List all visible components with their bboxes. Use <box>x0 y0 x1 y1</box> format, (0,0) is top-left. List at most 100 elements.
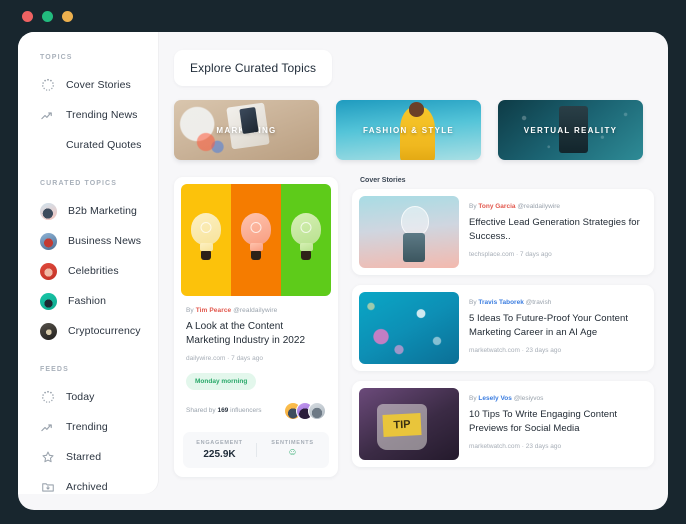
sidebar-item-trending[interactable]: Trending <box>18 412 158 442</box>
folder-download-icon <box>40 480 55 495</box>
news-card[interactable]: By Travis Taborek @travish 5 Ideas To Fu… <box>352 285 654 371</box>
news-byline: By Travis Taborek @travish <box>469 299 647 306</box>
featured-byline: By Tim Pearce @realdailywire <box>186 307 331 314</box>
featured-stats-bar: ENGAGEMENT 225.9K SENTIMENTS ☺ <box>183 431 329 468</box>
sidebar-item-label: Fashion <box>68 295 107 307</box>
app-window: TOPICS Cover Stories Trending News Curat… <box>18 32 668 510</box>
trend-arrow-icon <box>40 420 55 435</box>
sidebar-item-celebrities[interactable]: Celebrities <box>18 256 158 286</box>
sidebar-item-cover-stories[interactable]: Cover Stories <box>18 70 158 100</box>
sidebar-item-archived[interactable]: Archived <box>18 472 158 502</box>
main-content: Explore Curated Topics MARKETING FASHION… <box>158 32 668 510</box>
news-author[interactable]: Travis Taborek <box>478 299 523 306</box>
category-card-virtual-reality[interactable]: VERTUAL REALITY <box>498 100 643 160</box>
sidebar-section-label-curated-topics: CURATED TOPICS <box>40 180 117 187</box>
smiley-face-icon: ☺ <box>287 446 298 458</box>
stat-label: ENGAGEMENT <box>196 439 243 446</box>
spinner-dots-icon <box>40 390 55 405</box>
cover-stories-label: Cover Stories <box>360 177 406 184</box>
spinner-dots-icon <box>40 78 55 93</box>
category-card-row: MARKETING FASHION & STYLE VERTUAL REALIT… <box>174 100 654 160</box>
sidebar-section-label-feeds: FEEDS <box>40 366 69 373</box>
news-source: techsplace.com · 7 days ago <box>469 250 552 258</box>
trend-arrow-icon <box>40 108 55 123</box>
byline-prefix: By <box>469 299 477 306</box>
sidebar-item-curated-quotes[interactable]: Curated Quotes <box>18 130 158 160</box>
sidebar-item-label: Today <box>66 391 95 403</box>
minimize-window-button[interactable] <box>42 11 53 22</box>
byline-prefix: By <box>469 203 477 210</box>
sidebar-item-fashion[interactable]: Fashion <box>18 286 158 316</box>
sidebar-item-label: Business News <box>68 235 142 247</box>
sidebar-item-starred[interactable]: Starred <box>18 442 158 472</box>
category-card-fashion-style[interactable]: FASHION & STYLE <box>336 100 481 160</box>
avatar-b2b-marketing-icon <box>40 202 57 220</box>
news-title[interactable]: Effective Lead Generation Strategies for… <box>469 216 647 244</box>
news-author[interactable]: Tony Garcia <box>478 203 515 210</box>
category-card-caption: FASHION & STYLE <box>362 125 455 135</box>
shared-count: 169 <box>217 407 229 415</box>
featured-article-source: dailywire.com · 7 days ago <box>186 354 263 362</box>
tip-jar-thumbnail <box>359 388 459 460</box>
sidebar-item-label: B2b Marketing <box>68 205 138 217</box>
news-author[interactable]: Lesely Vos <box>478 395 511 402</box>
featured-article-title[interactable]: A Look at the Content Marketing Industry… <box>186 320 326 348</box>
three-lightbulbs-image <box>181 184 331 296</box>
featured-tag-badge[interactable]: Monday morning <box>186 372 257 390</box>
sidebar-section-label-topics: TOPICS <box>40 54 73 61</box>
stat-label: SENTIMENTS <box>271 439 314 446</box>
maximize-window-button[interactable] <box>62 11 73 22</box>
news-body: By Travis Taborek @travish 5 Ideas To Fu… <box>469 292 647 364</box>
sidebar-item-cryptocurrency[interactable]: Cryptocurrency <box>18 316 158 346</box>
news-handle: @lesiyvos <box>513 395 544 402</box>
avatar-business-news-icon <box>40 232 57 250</box>
influencer-avatars[interactable] <box>284 401 326 420</box>
news-byline: By Tony Garcia @realdailywire <box>469 203 647 210</box>
close-window-button[interactable] <box>22 11 33 22</box>
bokeh-lights-thumbnail <box>359 292 459 364</box>
sidebar-item-label: Curated Quotes <box>66 139 142 151</box>
content-columns: By Tim Pearce @realdailywire A Look at t… <box>174 177 654 477</box>
news-body: By Tony Garcia @realdailywire Effective … <box>469 196 647 268</box>
stat-sentiments: SENTIMENTS ☺ <box>256 440 329 460</box>
sidebar-item-label: Starred <box>66 451 102 463</box>
news-list: Cover Stories By Tony Garcia @realdailyw… <box>352 177 654 477</box>
sidebar-item-trending-news[interactable]: Trending News <box>18 100 158 130</box>
category-card-caption: VERTUAL REALITY <box>523 125 618 135</box>
news-handle: @travish <box>525 299 552 306</box>
featured-article-card[interactable]: By Tim Pearce @realdailywire A Look at t… <box>174 177 338 477</box>
sidebar-item-business-news[interactable]: Business News <box>18 226 158 256</box>
featured-author[interactable]: Tim Pearce <box>196 307 232 314</box>
star-icon <box>40 450 55 465</box>
featured-handle: @realdailywire <box>233 307 278 314</box>
news-card[interactable]: By Lesely Vos @lesiyvos 10 Tips To Write… <box>352 381 654 467</box>
byline-prefix: By <box>186 307 194 314</box>
explore-curated-topics-tab[interactable]: Explore Curated Topics <box>174 50 333 86</box>
shared-suffix: influencers <box>230 407 262 415</box>
news-body: By Lesely Vos @lesiyvos 10 Tips To Write… <box>469 388 647 460</box>
sidebar-item-label: Archived <box>66 481 108 493</box>
category-card-caption: MARKETING <box>216 125 277 135</box>
sidebar-item-label: Cryptocurrency <box>68 325 141 337</box>
sidebar-item-b2b-marketing[interactable]: B2b Marketing <box>18 196 158 226</box>
news-title[interactable]: 10 Tips To Write Engaging Content Previe… <box>469 408 647 436</box>
news-source: marketwatch.com · 23 days ago <box>469 346 562 354</box>
avatar-cryptocurrency-icon <box>40 322 57 340</box>
stat-value: 225.9K <box>203 448 236 460</box>
news-byline: By Lesely Vos @lesiyvos <box>469 395 647 402</box>
news-card[interactable]: By Tony Garcia @realdailywire Effective … <box>352 189 654 275</box>
category-card-marketing[interactable]: MARKETING <box>174 100 319 160</box>
sidebar: TOPICS Cover Stories Trending News Curat… <box>18 32 158 494</box>
avatar-celebrities-icon <box>40 262 57 280</box>
sidebar-item-label: Celebrities <box>68 265 119 277</box>
avatar <box>308 401 326 420</box>
featured-shared-row: Shared by 169 influencers <box>186 401 326 420</box>
sidebar-item-label: Cover Stories <box>66 79 131 91</box>
news-source: marketwatch.com · 23 days ago <box>469 442 562 450</box>
sidebar-item-today[interactable]: Today <box>18 382 158 412</box>
news-title[interactable]: 5 Ideas To Future-Proof Your Content Mar… <box>469 312 647 340</box>
news-handle: @realdailywire <box>517 203 561 210</box>
app-root: TOPICS Cover Stories Trending News Curat… <box>0 0 686 524</box>
byline-prefix: By <box>469 395 477 402</box>
sidebar-item-label: Trending News <box>66 109 138 121</box>
